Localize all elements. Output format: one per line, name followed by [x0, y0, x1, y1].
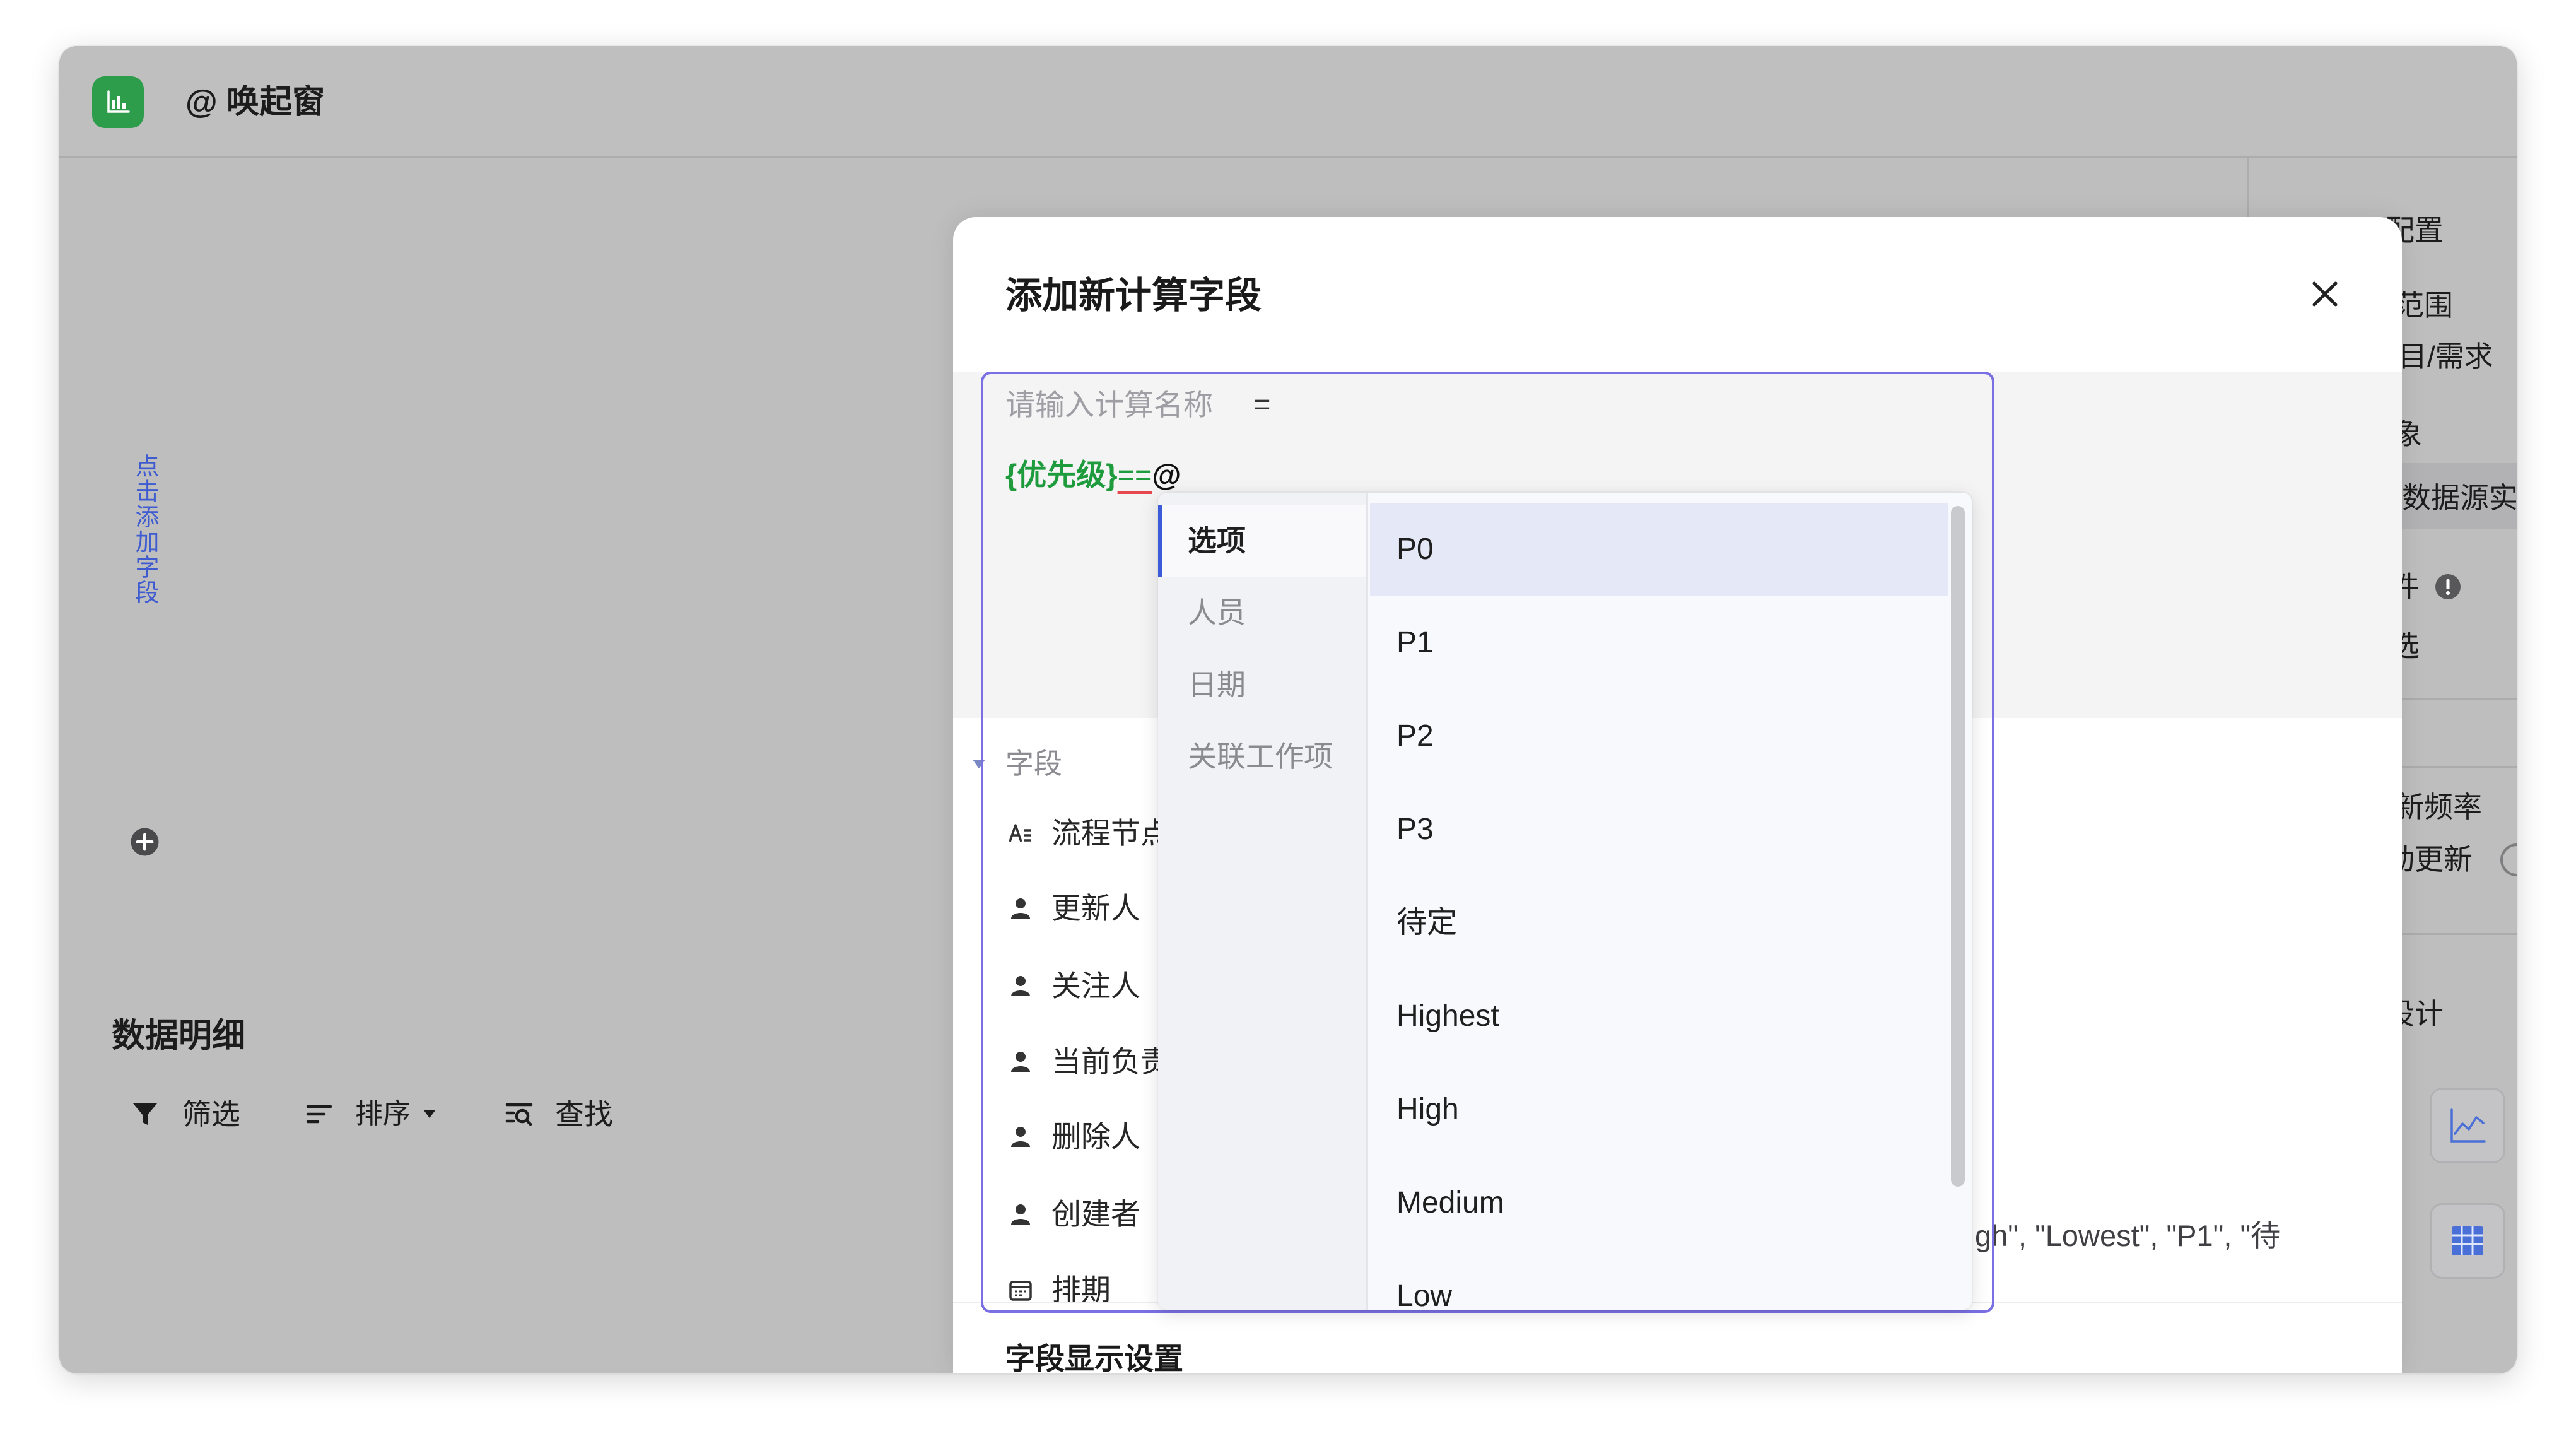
category-tab-options[interactable]: 选项	[1158, 505, 1366, 577]
caret-down-icon	[424, 1110, 435, 1118]
text-field-icon	[1009, 824, 1031, 842]
dropdown-scrollbar[interactable]	[1951, 506, 1965, 1187]
field-label: 创建者	[1051, 1197, 1140, 1231]
field-label: 关注人	[1051, 969, 1140, 1002]
chart-type-line-button[interactable]	[2430, 1088, 2505, 1163]
formula-operator: ==	[1117, 458, 1152, 491]
filter-button[interactable]: 筛选	[131, 1096, 240, 1132]
dropdown-option-list: P0 P1 P2 P3 待定 Highest High Medium Low	[1370, 503, 1948, 1310]
field-item[interactable]: 流程节点	[1009, 814, 1170, 852]
table-icon	[2452, 1226, 2483, 1255]
category-tab-date[interactable]: 日期	[1158, 649, 1366, 720]
find-button[interactable]: 查找	[505, 1096, 613, 1132]
mention-trigger: @	[1152, 458, 1181, 491]
window-title: @ 唤起窗	[185, 84, 325, 120]
bar-chart-icon[interactable]	[92, 76, 144, 128]
display-settings-title: 字段显示设置	[1005, 1342, 1183, 1373]
field-item[interactable]: 创建者	[1009, 1196, 1140, 1233]
chart-type-table-button[interactable]	[2430, 1203, 2505, 1279]
add-calculated-field-dialog: 添加新计算字段 = {优先级}==@ 字段 流程节点	[953, 217, 2402, 1373]
config-scope-label: 范围	[2395, 289, 2453, 322]
filter-icon	[133, 1103, 157, 1125]
option-item[interactable]: P3	[1370, 783, 1948, 876]
config-item-datasource[interactable]: 数据源实例	[2402, 480, 2517, 515]
info-icon[interactable]	[2434, 573, 2462, 601]
caret-down-icon	[973, 760, 985, 768]
field-label: 更新人	[1051, 891, 1140, 925]
sort-label: 排序	[355, 1098, 411, 1129]
auto-update-toggle[interactable]	[2500, 844, 2517, 876]
fields-group-label: 字段	[1005, 748, 1063, 780]
field-item[interactable]: 更新人	[1009, 890, 1140, 927]
sort-icon	[306, 1105, 332, 1124]
person-icon	[1011, 1127, 1030, 1147]
formula-input[interactable]: {优先级}==@	[1005, 457, 1181, 493]
option-item[interactable]: Highest	[1370, 970, 1948, 1063]
line-chart-icon	[2450, 1108, 2486, 1143]
formula-field-token: {优先级}	[1005, 458, 1118, 491]
equals-sign: =	[1253, 387, 1271, 421]
find-label: 查找	[555, 1098, 613, 1131]
person-icon	[1011, 898, 1030, 919]
option-item[interactable]: High	[1370, 1063, 1948, 1156]
calendar-icon	[1009, 1281, 1032, 1301]
dropdown-category-column: 选项 人员 日期 关联工作项	[1158, 493, 1368, 1310]
dialog-title: 添加新计算字段	[1005, 275, 1262, 316]
option-item[interactable]: Medium	[1370, 1156, 1948, 1250]
field-item[interactable]: 排期	[1009, 1271, 1111, 1309]
mention-dropdown: 选项 人员 日期 关联工作项 P0 P1 P2 P3 待定 Highest Hi…	[1158, 493, 1972, 1310]
option-item[interactable]: P0	[1370, 503, 1948, 596]
window-header: @ 唤起窗	[59, 46, 2517, 158]
person-icon	[1011, 1052, 1030, 1072]
filter-label: 筛选	[182, 1098, 240, 1131]
option-item[interactable]: P1	[1370, 596, 1948, 690]
field-item[interactable]: 删除人	[1009, 1118, 1140, 1156]
sort-button[interactable]: 排序	[305, 1096, 435, 1132]
field-label: 排期	[1051, 1273, 1111, 1307]
section-title: 数据明细	[112, 1017, 245, 1054]
field-description: gh", "Lowest", "P1", "待	[1975, 1219, 2281, 1252]
find-icon	[505, 1103, 533, 1126]
field-label: 删除人	[1051, 1120, 1140, 1153]
person-icon	[1011, 1204, 1030, 1225]
category-tab-linked-items[interactable]: 关联工作项	[1158, 720, 1366, 792]
fields-group-header[interactable]: 字段	[973, 748, 1062, 780]
field-item[interactable]: 关注人	[1009, 967, 1140, 1005]
plus-circle-icon[interactable]	[130, 827, 160, 857]
option-item[interactable]: P2	[1370, 690, 1948, 783]
person-icon	[1011, 976, 1030, 996]
config-item-project[interactable]: 目/需求	[2398, 339, 2493, 374]
category-tab-people[interactable]: 人员	[1158, 577, 1366, 649]
field-label: 当前负责	[1051, 1045, 1170, 1078]
field-label: 流程节点	[1051, 816, 1170, 850]
option-item[interactable]: Low	[1370, 1250, 1948, 1310]
field-item[interactable]: 当前负责	[1009, 1043, 1170, 1081]
option-item[interactable]: 待定	[1370, 876, 1948, 970]
config-refresh-rate-label: 新频率	[2395, 791, 2482, 823]
add-field-link[interactable]: 点击添加字段	[131, 454, 158, 605]
calc-name-input[interactable]	[1005, 387, 1258, 422]
close-icon[interactable]	[2309, 278, 2341, 310]
app-window: @ 唤起窗 点击添加字段 数据明细 筛选 排序 查找 配置 范围 目/需求 象 …	[59, 46, 2517, 1373]
